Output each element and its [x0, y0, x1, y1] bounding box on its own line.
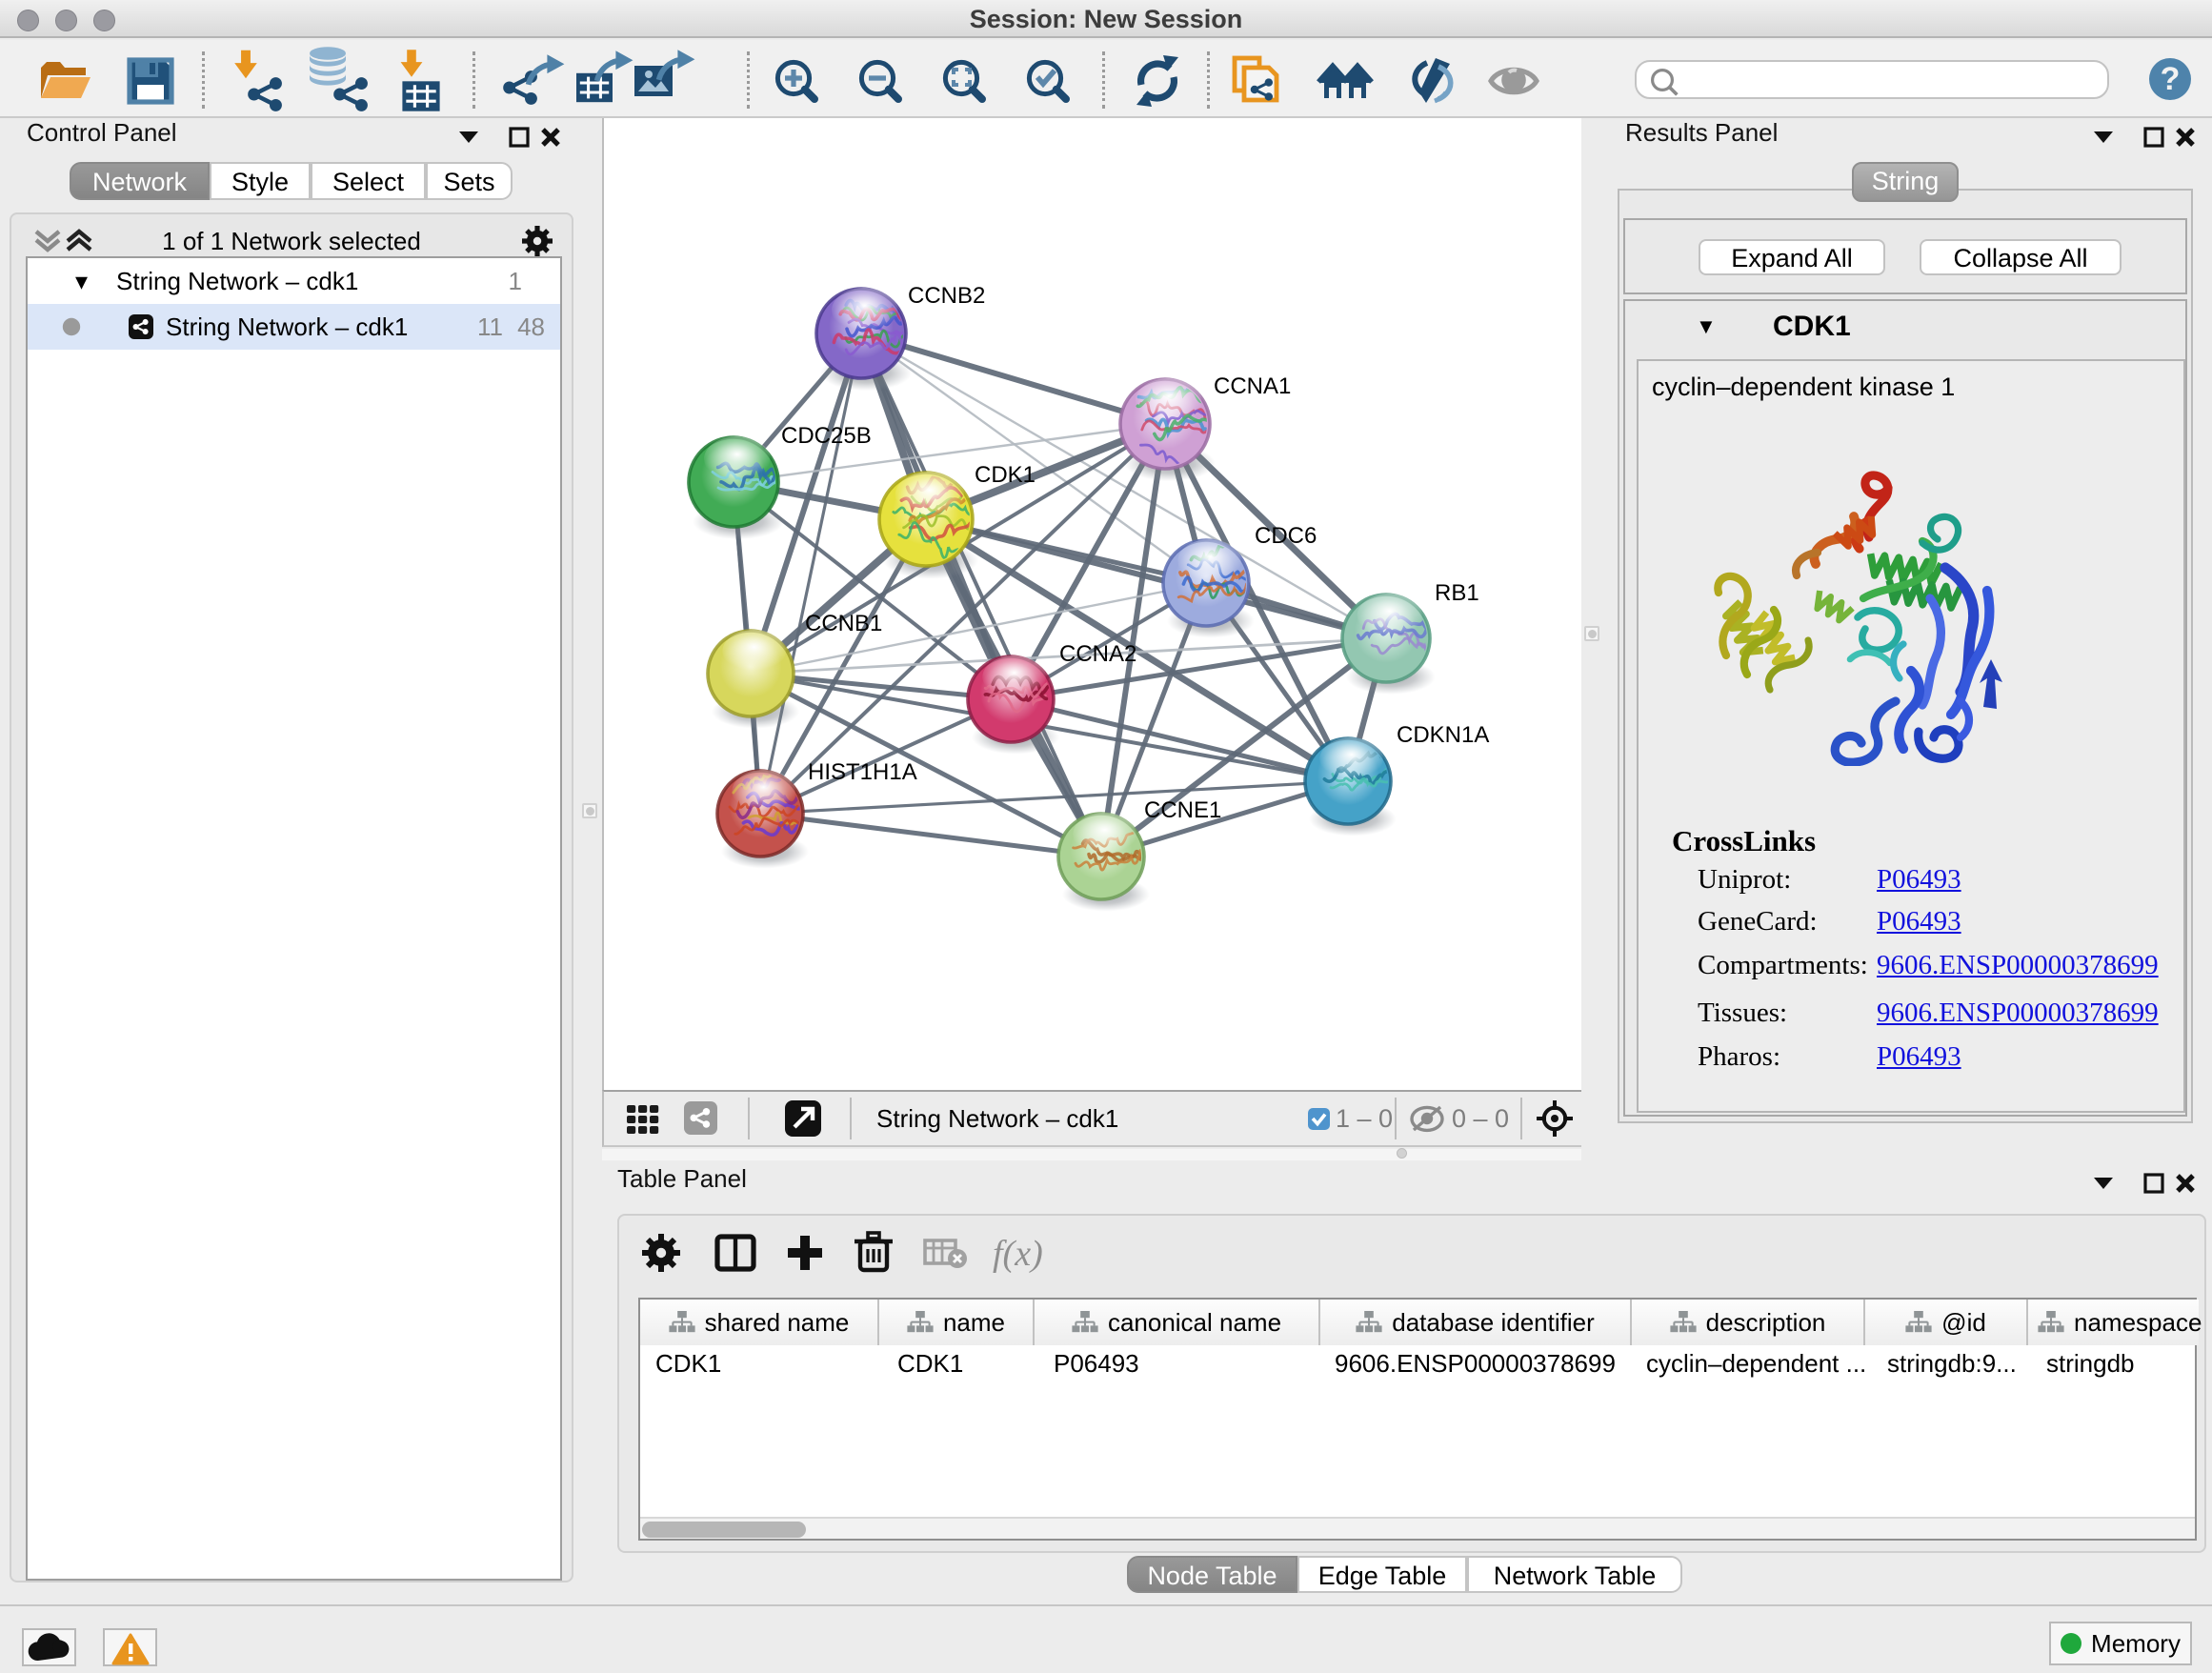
svg-text:CCNB2: CCNB2 [908, 283, 985, 309]
svg-text:CDK1: CDK1 [975, 462, 1036, 488]
svg-text:CCNA2: CCNA2 [1059, 641, 1136, 667]
svg-text:RB1: RB1 [1435, 580, 1479, 606]
svg-text:HIST1H1A: HIST1H1A [808, 759, 917, 785]
svg-text:CDC25B: CDC25B [781, 423, 872, 449]
svg-text:CCNA1: CCNA1 [1214, 373, 1291, 399]
svg-text:0 – 0: 0 – 0 [1452, 1104, 1509, 1133]
svg-text:CCNE1: CCNE1 [1144, 797, 1221, 823]
svg-text:CDKN1A: CDKN1A [1397, 722, 1489, 748]
svg-text:String Network – cdk1: String Network – cdk1 [876, 1104, 1118, 1133]
svg-text:f(x): f(x) [993, 1234, 1043, 1274]
svg-text:CDC6: CDC6 [1255, 523, 1317, 549]
svg-text:1 – 0: 1 – 0 [1336, 1104, 1393, 1133]
svg-text:CCNB1: CCNB1 [805, 611, 882, 636]
